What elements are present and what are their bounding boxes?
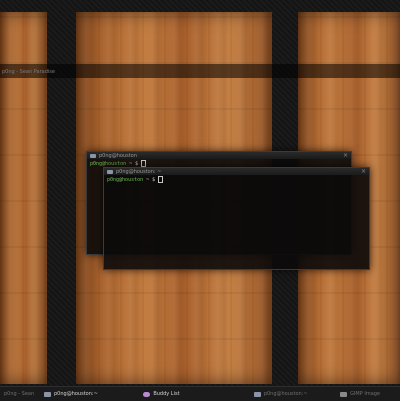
taskbar-item-label: p0ng@houston:~ [54,391,98,397]
pidgin-icon [143,391,151,397]
taskbar-item-sean-paradise[interactable]: p0ng - Sean Paradise [0,389,40,399]
terminal-icon [90,153,96,158]
taskbar-item-buddy-list[interactable]: Buddy List [139,389,250,399]
terminal-front-titlebar[interactable]: p0ng@houston: ~ × [104,168,369,175]
desktop-window-title: p0ng - Sean Paradise [2,69,55,75]
taskbar-item-label: p0ng@houston:~ [263,391,308,397]
terminal-front-title: p0ng@houston: ~ [116,168,162,175]
terminal-icon [107,169,113,174]
close-icon[interactable]: × [361,168,366,175]
gimp-icon [340,391,348,397]
terminal-cursor [141,160,147,167]
taskbar-item-terminal[interactable]: p0ng@houston:~ [40,389,139,399]
prompt-user: p0ng@houston [107,177,144,183]
terminal-icon [253,391,261,397]
prompt-tail: ~ $ [143,177,156,183]
taskbar-item-label: Buddy List [153,391,180,397]
terminal-front-prompt-line[interactable]: p0ng@houston ~ $ [104,175,369,184]
top-window-shadow [0,64,400,78]
taskbar-item-gimp[interactable]: GIMP Image [336,389,400,399]
terminal-icon [44,391,51,397]
taskbar-item-terminal-2[interactable]: p0ng@houston:~ [250,389,336,399]
close-icon[interactable]: × [343,152,348,159]
terminal-back-titlebar[interactable]: p0ng@houston × [87,152,351,159]
terminal-cursor [158,176,164,183]
taskbar-item-label: p0ng - Sean Paradise [4,391,36,397]
terminal-back-title: p0ng@houston [99,152,137,159]
taskbar-item-label: GIMP Image [350,391,381,397]
taskbar: p0ng - Sean Paradise p0ng@houston:~ Budd… [0,386,400,401]
terminal-window-front[interactable]: p0ng@houston: ~ × p0ng@houston ~ $ [103,167,370,270]
